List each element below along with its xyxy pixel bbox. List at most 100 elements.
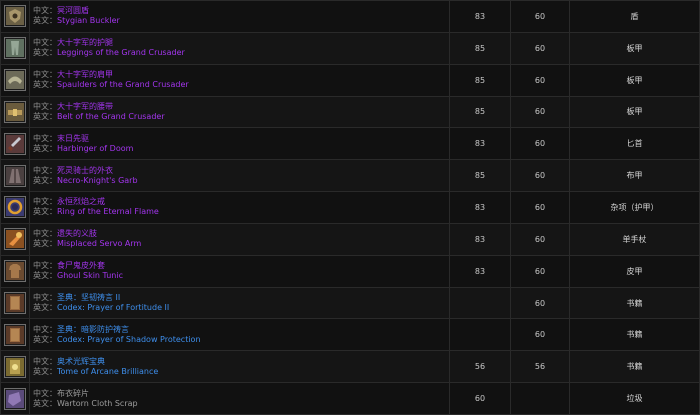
belt-icon[interactable] [4, 100, 26, 123]
icon-cell [0, 0, 30, 33]
item-row: 中文：圣典：坚韧祷言 II 英文：Codex: Prayer of Fortitu… [0, 286, 700, 320]
icon-cell [0, 382, 30, 415]
english-label: 英文： [33, 303, 57, 313]
item-row: 中文：永恒烈焰之戒 英文：Ring of the Eternal Flame 83 6… [0, 191, 700, 224]
chinese-label: 中文： [33, 38, 57, 48]
dagger-icon[interactable] [4, 132, 26, 155]
required-level-cell: 60 [510, 31, 570, 65]
item-level-cell: 83 [449, 254, 511, 288]
required-level-cell: 60 [510, 318, 570, 352]
icon-art [10, 327, 20, 342]
icon-cell [0, 286, 30, 320]
icon-cell [0, 254, 30, 288]
name-cell: 中文：末日先驱 英文：Harbinger of Doom [29, 127, 450, 161]
chinese-name-line: 中文：死灵骑士的外衣 [33, 166, 449, 176]
item-row: 中文：遗失的义肢 英文：Misplaced Servo Arm 83 60 单手杖 [0, 222, 700, 256]
item-name-english[interactable]: Tome of Arcane Brilliance [57, 367, 158, 376]
item-name-english[interactable]: Necro-Knight's Garb [57, 176, 138, 185]
name-cell: 中文：圣典：坚韧祷言 II 英文：Codex: Prayer of Fortitu… [29, 286, 450, 320]
required-level-cell: 60 [510, 159, 570, 193]
robe-icon[interactable] [4, 164, 26, 187]
english-name-line: 英文：Misplaced Servo Arm [33, 239, 449, 249]
item-type-cell: 杂项（护甲） [569, 191, 700, 224]
name-cell: 中文：食尸鬼皮外套 英文：Ghoul Skin Tunic [29, 254, 450, 288]
icon-cell [0, 222, 30, 256]
item-type-cell: 板甲 [569, 31, 700, 65]
leggings-icon[interactable] [4, 37, 26, 60]
book-icon[interactable] [4, 323, 26, 346]
item-name-english[interactable]: Ring of the Eternal Flame [57, 207, 159, 216]
chinese-label: 中文： [33, 324, 57, 334]
item-name-english[interactable]: Belt of the Grand Crusader [57, 112, 165, 121]
chinese-label: 中文： [33, 70, 57, 80]
icon-cell [0, 63, 30, 97]
english-name-line: 英文：Wartorn Cloth Scrap [33, 399, 449, 409]
book-icon[interactable] [4, 292, 26, 315]
item-name-english[interactable]: Harbinger of Doom [57, 144, 133, 153]
item-name-english[interactable]: Leggings of the Grand Crusader [57, 48, 185, 57]
servo-arm-icon[interactable] [4, 228, 26, 251]
shield-icon[interactable] [4, 5, 26, 28]
chinese-label: 中文： [33, 101, 57, 111]
item-name-chinese[interactable]: 大十字军的肩甲 [57, 70, 113, 79]
tome-icon[interactable] [4, 355, 26, 378]
chinese-label: 中文： [33, 261, 57, 271]
item-name-chinese[interactable]: 食尸鬼皮外套 [57, 261, 105, 270]
item-name-chinese[interactable]: 冥河圆盾 [57, 6, 89, 15]
chinese-name-line: 中文：奥术光辉宝典 [33, 357, 449, 367]
items-table-body: 中文：冥河圆盾 英文：Stygian Buckler 83 60 盾中文：大十字军的护腿… [0, 0, 700, 415]
item-level-cell: 85 [449, 159, 511, 193]
icon-cell [0, 318, 30, 352]
item-name-chinese[interactable]: 死灵骑士的外衣 [57, 166, 113, 175]
item-type-cell: 板甲 [569, 95, 700, 129]
english-name-line: 英文：Tome of Arcane Brilliance [33, 367, 449, 377]
item-name-chinese[interactable]: 圣典：暗影防护祷言 [57, 325, 129, 334]
tunic-icon[interactable] [4, 260, 26, 283]
required-level-cell: 60 [510, 286, 570, 320]
icon-art [8, 108, 22, 116]
english-label: 英文： [33, 366, 57, 376]
required-level-cell: 60 [510, 191, 570, 224]
item-name-chinese[interactable]: 末日先驱 [57, 134, 89, 143]
item-name-english[interactable]: Codex: Prayer of Fortitude II [57, 303, 169, 312]
item-name-english[interactable]: Wartorn Cloth Scrap [57, 399, 138, 408]
item-level-cell: 85 [449, 63, 511, 97]
icon-art [8, 76, 22, 85]
english-label: 英文： [33, 175, 57, 185]
item-name-english[interactable]: Codex: Prayer of Shadow Protection [57, 335, 201, 344]
chinese-name-line: 中文：布衣碎片 [33, 389, 449, 399]
item-level-cell [449, 286, 511, 320]
cloth-scrap-icon[interactable] [4, 387, 26, 410]
chinese-label: 中文： [33, 6, 57, 16]
item-level-cell: 83 [449, 0, 511, 33]
shoulders-icon[interactable] [4, 69, 26, 92]
item-name-chinese[interactable]: 大十字军的腰带 [57, 102, 113, 111]
chinese-name-line: 中文：大十字军的护腿 [33, 38, 449, 48]
required-level-cell: 60 [510, 127, 570, 161]
item-name-english[interactable]: Ghoul Skin Tunic [57, 271, 123, 280]
english-label: 英文： [33, 143, 57, 153]
chinese-label: 中文： [33, 197, 57, 207]
ring-icon[interactable] [4, 196, 26, 219]
name-cell: 中文：奥术光辉宝典 英文：Tome of Arcane Brilliance [29, 350, 450, 384]
name-cell: 中文：死灵骑士的外衣 英文：Necro-Knight's Garb [29, 159, 450, 193]
required-level-cell: 60 [510, 0, 570, 33]
chinese-label: 中文： [33, 229, 57, 239]
item-name-chinese[interactable]: 永恒烈焰之戒 [57, 197, 105, 206]
icon-cell [0, 159, 30, 193]
chinese-name-line: 中文：大十字军的肩甲 [33, 70, 449, 80]
name-cell: 中文：布衣碎片 英文：Wartorn Cloth Scrap [29, 382, 450, 415]
item-name-chinese[interactable]: 大十字军的护腿 [57, 38, 113, 47]
item-name-english[interactable]: Misplaced Servo Arm [57, 239, 141, 248]
item-name-english[interactable]: Spaulders of the Grand Crusader [57, 80, 189, 89]
icon-art [9, 264, 21, 279]
item-name-chinese[interactable]: 圣典：坚韧祷言 II [57, 293, 120, 302]
item-name-chinese[interactable]: 遗失的义肢 [57, 229, 97, 238]
icon-art [11, 41, 19, 56]
english-name-line: 英文：Harbinger of Doom [33, 144, 449, 154]
item-name-chinese[interactable]: 奥术光辉宝典 [57, 357, 105, 366]
item-name-chinese[interactable]: 布衣碎片 [57, 389, 89, 398]
item-name-english[interactable]: Stygian Buckler [57, 16, 120, 25]
chinese-name-line: 中文：末日先驱 [33, 134, 449, 144]
item-level-cell: 60 [449, 382, 511, 415]
